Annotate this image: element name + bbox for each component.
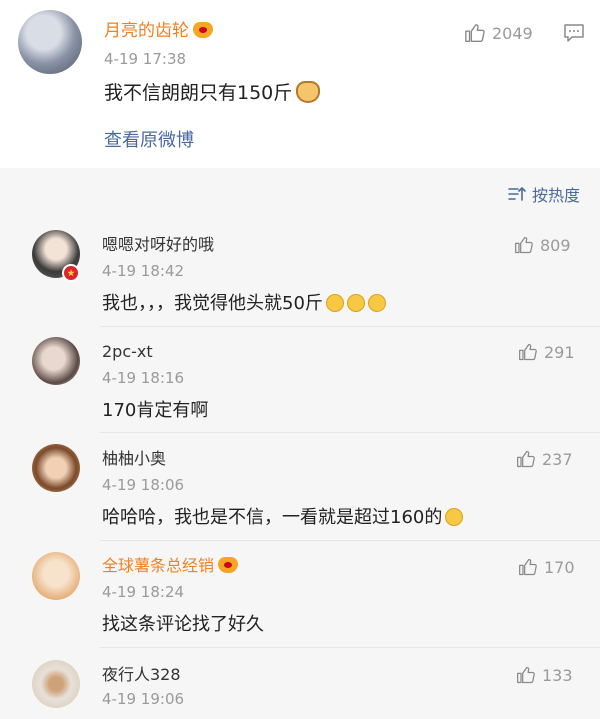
comment-like-count: 237 bbox=[542, 449, 573, 469]
comment-like-count: 170 bbox=[544, 557, 575, 577]
post-author-name[interactable]: 月亮的齿轮 bbox=[104, 20, 213, 42]
comment-like-button[interactable]: 237 bbox=[516, 449, 573, 469]
comment-icon bbox=[564, 24, 584, 42]
comment-like-button[interactable]: 809 bbox=[514, 235, 571, 255]
divider bbox=[100, 647, 600, 648]
thumbs-up-icon bbox=[515, 236, 533, 254]
post-like-button[interactable]: 2049 bbox=[464, 22, 533, 44]
vip-badge-icon bbox=[218, 557, 239, 573]
commenter-avatar[interactable] bbox=[32, 337, 80, 385]
commenter-avatar[interactable] bbox=[32, 660, 80, 708]
sort-by-hot-button[interactable]: 按热度 bbox=[508, 182, 580, 206]
comment-button[interactable] bbox=[564, 24, 584, 42]
commenter-name-text: 全球薯条总经销 bbox=[102, 556, 215, 575]
comment-time: 4-19 19:06 bbox=[102, 690, 185, 708]
commenter-avatar[interactable] bbox=[32, 444, 80, 492]
sort-icon bbox=[508, 186, 526, 201]
thumbs-up-icon bbox=[517, 666, 535, 684]
divider bbox=[100, 432, 600, 433]
comment-like-button[interactable]: 133 bbox=[516, 665, 573, 685]
comment-content: 170肯定有啊 bbox=[102, 400, 209, 421]
comment-content: 我也，，，我觉得他头就50斤 bbox=[102, 289, 386, 315]
thumbs-up-icon bbox=[465, 24, 485, 42]
comment-content-text: 哈哈哈，我也是不信，一看就是超过160的 bbox=[102, 507, 443, 528]
post-author-avatar[interactable] bbox=[18, 10, 82, 74]
thumbs-up-icon bbox=[517, 450, 535, 468]
post-like-count: 2049 bbox=[492, 23, 533, 43]
post-content-text: 我不信朗朗只有150斤 bbox=[104, 82, 293, 104]
thumbs-up-icon bbox=[519, 558, 537, 576]
comment-like-button[interactable]: 291 bbox=[518, 342, 575, 362]
commenter-name[interactable]: 柚柚小奥 bbox=[102, 448, 166, 470]
post-content: 我不信朗朗只有150斤 bbox=[104, 78, 321, 105]
comment-content: 找这条评论找了好久 bbox=[102, 614, 264, 635]
comment-content-text: 我也，，，我觉得他头就50斤 bbox=[102, 293, 323, 314]
cat-emoji-icon bbox=[296, 81, 321, 103]
face-emoji-icon bbox=[325, 294, 344, 312]
comment-like-count: 291 bbox=[544, 342, 575, 362]
comment-like-button[interactable]: 170 bbox=[518, 557, 575, 577]
face-emoji-icon bbox=[346, 294, 365, 312]
divider bbox=[100, 540, 600, 541]
comment-time: 4-19 18:16 bbox=[102, 369, 185, 387]
face-emoji-icon bbox=[367, 294, 386, 312]
commenter-name[interactable]: 嗯嗯对呀好的哦 bbox=[102, 234, 214, 256]
post-time: 4-19 17:38 bbox=[104, 50, 187, 68]
comment-time: 4-19 18:42 bbox=[102, 262, 185, 280]
commenter-avatar[interactable] bbox=[32, 552, 80, 600]
post-card: 月亮的齿轮 4-19 17:38 我不信朗朗只有150斤 查看原微博 2049 bbox=[0, 0, 600, 168]
thumbs-up-icon bbox=[519, 343, 537, 361]
comment-like-count: 809 bbox=[540, 235, 571, 255]
commenter-name[interactable]: 夜行人328 bbox=[102, 664, 181, 686]
verified-badge-icon bbox=[62, 264, 80, 282]
commenter-name[interactable]: 全球薯条总经销 bbox=[102, 555, 239, 577]
divider bbox=[100, 326, 600, 327]
comment-time: 4-19 18:24 bbox=[102, 583, 185, 601]
view-original-link[interactable]: 查看原微博 bbox=[104, 126, 194, 152]
post-author-name-text: 月亮的齿轮 bbox=[104, 21, 189, 41]
sort-label: 按热度 bbox=[531, 186, 580, 205]
comment-content: 哈哈哈，我也是不信，一看就是超过160的 bbox=[102, 503, 464, 529]
vip-badge-icon bbox=[193, 22, 213, 38]
comment-like-count: 133 bbox=[542, 665, 573, 685]
commenter-name[interactable]: 2pc-xt bbox=[102, 341, 153, 363]
comment-time: 4-19 18:06 bbox=[102, 476, 185, 494]
face-emoji-icon bbox=[445, 508, 464, 526]
